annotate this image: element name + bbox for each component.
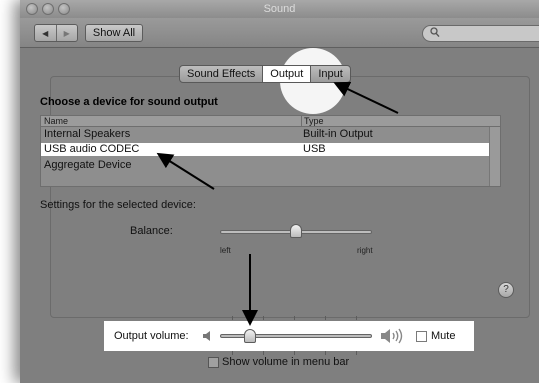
volume-tick	[325, 316, 326, 320]
device-type: USB	[303, 143, 326, 155]
balance-right-label: right	[357, 246, 373, 255]
output-volume-bar: Output volume: Mute	[104, 321, 474, 351]
column-header-name[interactable]: Name	[44, 116, 68, 126]
tab-sound-effects[interactable]: Sound Effects	[180, 66, 262, 82]
balance-left-label: left	[220, 246, 231, 255]
tab-input[interactable]: Input	[310, 66, 349, 82]
zoom-window-icon[interactable]	[58, 3, 70, 15]
balance-slider-knob[interactable]	[290, 224, 302, 238]
volume-tick	[294, 316, 295, 320]
minimize-window-icon[interactable]	[42, 3, 54, 15]
volume-tick	[356, 316, 357, 320]
forward-arrow-icon[interactable]: ▶	[55, 25, 78, 41]
tab-output[interactable]: Output	[262, 66, 311, 82]
volume-tick	[325, 351, 326, 355]
output-volume-slider-knob[interactable]	[244, 329, 257, 343]
table-row-selected[interactable]: USB audio CODEC USB	[41, 143, 500, 156]
search-input[interactable]	[422, 25, 539, 42]
volume-tick	[263, 351, 264, 355]
mute-label: Mute	[431, 330, 456, 342]
device-name: Internal Speakers	[44, 128, 131, 140]
volume-tick	[356, 351, 357, 355]
output-panel	[50, 76, 530, 318]
show-volume-checkbox[interactable]	[208, 357, 219, 368]
settings-label: Settings for the selected device:	[40, 199, 196, 211]
close-window-icon[interactable]	[26, 3, 38, 15]
help-icon[interactable]: ?	[498, 282, 514, 298]
tab-bar: Sound Effects Output Input	[179, 65, 351, 83]
output-device-table: Name Type Internal Speakers Built-in Out…	[40, 115, 501, 187]
toolbar: ◀ ▶ Show All	[20, 18, 539, 48]
window-title: Sound	[263, 3, 296, 15]
volume-tick	[232, 351, 233, 355]
show-all-button[interactable]: Show All	[85, 24, 143, 42]
device-name: USB audio CODEC	[44, 143, 140, 155]
balance-label: Balance:	[130, 225, 173, 237]
device-type: Built-in Output	[303, 128, 373, 140]
mute-checkbox[interactable]	[416, 331, 427, 342]
output-volume-label: Output volume:	[114, 330, 189, 342]
table-row[interactable]: Aggregate Device	[41, 159, 500, 172]
output-heading: Choose a device for sound output	[40, 96, 218, 108]
table-scrollbar[interactable]	[489, 127, 500, 186]
search-icon	[430, 27, 440, 38]
table-header: Name Type	[41, 116, 500, 127]
table-row[interactable]: Internal Speakers Built-in Output	[41, 128, 500, 141]
volume-tick	[232, 316, 233, 320]
title-bar: Sound	[20, 0, 539, 18]
speaker-high-icon	[381, 328, 403, 344]
volume-tick	[294, 351, 295, 355]
column-header-type[interactable]: Type	[301, 116, 324, 126]
back-arrow-icon[interactable]: ◀	[35, 25, 56, 41]
device-name: Aggregate Device	[44, 159, 132, 171]
nav-buttons: ◀ ▶	[34, 24, 78, 42]
speaker-low-icon	[203, 331, 210, 341]
volume-tick	[263, 316, 264, 320]
output-volume-slider-track[interactable]	[220, 334, 372, 338]
show-volume-label: Show volume in menu bar	[222, 356, 350, 368]
